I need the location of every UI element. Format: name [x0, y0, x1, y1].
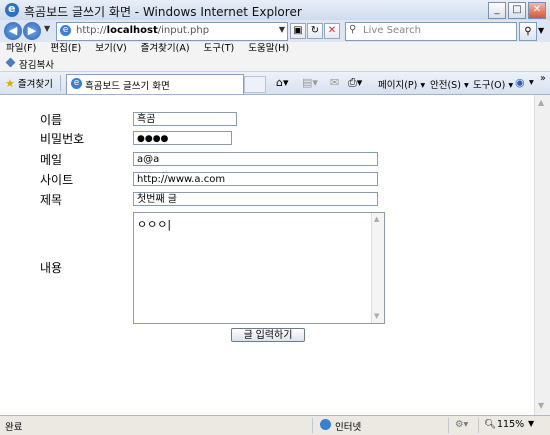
protected-mode-icon[interactable]: ⚙▾	[455, 419, 468, 430]
subject-input[interactable]: 첫번째 글	[133, 192, 378, 206]
back-arrow-icon[interactable]: ◀	[4, 22, 22, 40]
zoom-level[interactable]: 115%	[497, 419, 524, 430]
password-label: 비밀번호	[40, 132, 85, 146]
textarea-scrollbar[interactable]: ▲ ▼	[371, 213, 384, 323]
name-input[interactable]: 흑곰	[133, 112, 237, 126]
zoom-icon[interactable]: 🔍︎	[484, 419, 496, 430]
address-url: http://localhost/input.php	[76, 25, 210, 36]
links-bar: 잠김복사	[0, 56, 550, 72]
status-bar: 완료 인터넷 ⚙▾ 🔍︎ 115% ▼	[0, 415, 550, 435]
menu-edit[interactable]: 편집(E)	[50, 42, 81, 56]
history-dropdown-icon[interactable]: ▼	[44, 24, 50, 33]
home-icon[interactable]: ⌂▾	[276, 76, 289, 89]
search-options-icon[interactable]: ▼	[538, 26, 544, 35]
menu-view[interactable]: 보기(V)	[95, 42, 126, 56]
link-item[interactable]: 잠김복사	[19, 57, 54, 71]
link-diamond-icon	[5, 57, 16, 68]
search-input[interactable]: ⚲ Live Search	[345, 22, 517, 41]
tab-separator	[60, 75, 61, 91]
page-icon: e	[60, 25, 71, 36]
scroll-up-icon[interactable]: ▲	[538, 98, 544, 107]
menu-help[interactable]: 도움말(H)	[248, 42, 289, 56]
tab-row: ★ 즐겨찾기 e 흑곰보드 글쓰기 화면 ⌂▾ ▤▾ ✉ ⎙▾ 페이지(P) ▾…	[0, 72, 550, 95]
email-label: 메일	[40, 153, 63, 167]
mail-icon[interactable]: ✉	[330, 76, 339, 89]
address-bar[interactable]: e http://localhost/input.php ▼	[56, 22, 288, 41]
more-commands[interactable]: »	[540, 73, 546, 84]
favorites-label: 즐겨찾기	[17, 79, 53, 90]
subject-label: 제목	[40, 193, 63, 207]
star-icon: ★	[5, 77, 15, 90]
search-button[interactable]: ⚲	[519, 22, 537, 41]
feeds-icon[interactable]: ▤▾	[302, 76, 318, 89]
refresh-icon[interactable]: ↻	[307, 23, 323, 39]
ie-logo-icon	[5, 2, 19, 17]
content-label: 내용	[40, 261, 63, 275]
print-icon[interactable]: ⎙▾	[348, 76, 362, 90]
submit-button[interactable]: 글 입력하기	[231, 328, 305, 342]
zoom-dropdown-icon[interactable]: ▼	[528, 419, 534, 428]
status-text: 완료	[5, 422, 23, 433]
status-separator	[312, 418, 313, 433]
page-menu[interactable]: 페이지(P) ▾	[378, 77, 425, 91]
scroll-down-icon[interactable]: ▼	[538, 401, 544, 410]
password-input[interactable]: ●●●●	[133, 131, 232, 145]
title-bar: 흑곰보드 글쓰기 화면 - Windows Internet Explorer …	[0, 0, 550, 21]
stop-icon[interactable]: ✕	[324, 23, 340, 39]
search-provider-icon: ⚲	[349, 24, 357, 35]
security-zone: 인터넷	[335, 422, 362, 433]
menu-file[interactable]: 파일(F)	[6, 42, 36, 56]
help-dropdown[interactable]: ▾	[529, 77, 534, 88]
search-placeholder: Live Search	[363, 25, 421, 36]
menu-favorites[interactable]: 즐겨찾기(A)	[141, 42, 190, 56]
tab-page-icon: e	[71, 78, 82, 89]
page-scrollbar[interactable]: ▲ ▼	[534, 95, 550, 415]
help-icon[interactable]: ◉	[515, 76, 525, 89]
window-controls: _ □ ✕	[488, 2, 546, 19]
close-button[interactable]: ✕	[528, 2, 546, 19]
forward-arrow-icon[interactable]: ▶	[23, 22, 41, 40]
address-toolbar: ◀ ▶ ▼ e http://localhost/input.php ▼ ▣ ↻…	[0, 20, 550, 42]
minimize-button[interactable]: _	[488, 2, 506, 19]
email-input[interactable]: a@a	[133, 152, 378, 166]
status-separator	[448, 418, 449, 433]
site-input[interactable]: http://www.a.com	[133, 172, 378, 186]
window-title: 흑곰보드 글쓰기 화면 - Windows Internet Explorer	[24, 5, 302, 19]
globe-icon	[320, 419, 331, 430]
tools-menu[interactable]: 도구(O) ▾	[473, 77, 513, 91]
name-label: 이름	[40, 113, 63, 127]
status-separator	[478, 418, 479, 433]
site-label: 사이트	[40, 173, 74, 187]
textarea-scroll-up-icon[interactable]: ▲	[374, 215, 379, 223]
safety-menu[interactable]: 안전(S) ▾	[430, 77, 469, 91]
maximize-button[interactable]: □	[508, 2, 526, 19]
content-textarea[interactable]: ㅇㅇㅇ| ▲ ▼	[133, 212, 385, 324]
menu-bar: 파일(F) 편집(E) 보기(V) 즐겨찾기(A) 도구(T) 도움말(H)	[0, 42, 550, 56]
content-text: ㅇㅇㅇ|	[137, 218, 172, 231]
new-tab-button[interactable]	[244, 76, 266, 93]
tab-title: 흑곰보드 글쓰기 화면	[85, 81, 170, 92]
favorites-button[interactable]: ★ 즐겨찾기	[5, 76, 53, 90]
tab-active[interactable]: e 흑곰보드 글쓰기 화면	[66, 74, 244, 94]
address-dropdown-icon[interactable]: ▼	[279, 25, 285, 34]
textarea-scroll-down-icon[interactable]: ▼	[374, 312, 379, 320]
menu-tools[interactable]: 도구(T)	[204, 42, 235, 56]
compatibility-icon[interactable]: ▣	[290, 23, 306, 39]
